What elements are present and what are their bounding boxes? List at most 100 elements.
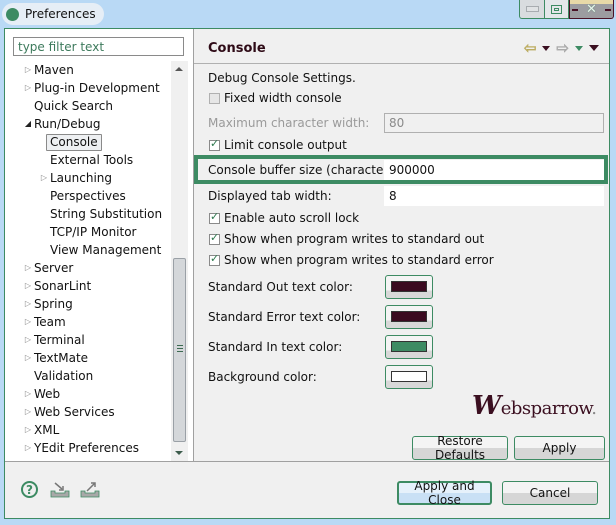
scroll-up-icon[interactable]: [175, 67, 183, 71]
fixed-width-checkbox[interactable]: [209, 93, 220, 104]
tree-item-label: View Management: [50, 243, 162, 257]
window-controls: ✕: [519, 0, 614, 19]
limit-output-label: Limit console output: [224, 138, 347, 152]
minimize-button[interactable]: [519, 0, 545, 19]
auto-scroll-checkbox[interactable]: [209, 210, 220, 224]
tab-width-input[interactable]: [384, 186, 604, 206]
tree-item-label: YEdit Preferences: [34, 441, 139, 455]
collapsed-arrow-icon[interactable]: ▷: [23, 421, 33, 439]
stdout-color-button[interactable]: [385, 275, 433, 299]
expanded-arrow-icon[interactable]: ◢: [23, 115, 33, 133]
maximize-button[interactable]: [545, 0, 569, 19]
tree-item[interactable]: Console: [5, 133, 171, 151]
collapsed-arrow-icon[interactable]: ▷: [23, 277, 33, 295]
buffer-size-input[interactable]: [384, 160, 604, 180]
tree-item[interactable]: ▷ SonarLint: [5, 277, 171, 295]
filter-input[interactable]: [13, 37, 184, 56]
tree-item-label: Quick Search: [34, 99, 113, 113]
show-stderr-checkbox[interactable]: [209, 252, 220, 266]
show-stderr-label: Show when program writes to standard err…: [224, 253, 494, 267]
back-dropdown-icon[interactable]: [542, 45, 551, 51]
page-title: Console: [208, 41, 266, 56]
export-icon[interactable]: [79, 481, 101, 499]
tree-item[interactable]: ▷ XML: [5, 421, 171, 439]
collapsed-arrow-icon[interactable]: ▷: [23, 313, 33, 331]
close-icon: ✕: [586, 1, 597, 17]
restore-defaults-button[interactable]: Restore Defaults: [412, 434, 508, 462]
grip-icon: [177, 345, 183, 353]
scroll-down-icon[interactable]: [175, 451, 183, 455]
forward-dropdown-icon[interactable]: [575, 45, 583, 51]
max-char-width-input[interactable]: [384, 113, 604, 133]
show-stdout-label: Show when program writes to standard out: [224, 232, 485, 246]
tree-item[interactable]: ▷ TextMate: [5, 349, 171, 367]
tree-item[interactable]: ◢ Run/Debug: [5, 115, 171, 133]
scrollbar-thumb[interactable]: [173, 258, 186, 442]
tree-item[interactable]: Perspectives: [5, 187, 171, 205]
tree-item[interactable]: TCP/IP Monitor: [5, 223, 171, 241]
collapsed-arrow-icon[interactable]: ▷: [23, 331, 33, 349]
auto-scroll-label: Enable auto scroll lock: [224, 211, 360, 225]
tree-item[interactable]: String Substitution: [5, 205, 171, 223]
tree-item-label: Web: [34, 387, 61, 401]
tree-item[interactable]: ▷ Server: [5, 259, 171, 277]
show-stdout-checkbox[interactable]: [209, 231, 220, 245]
back-arrow-icon[interactable]: ⇦: [524, 40, 537, 56]
color-swatch: [391, 371, 427, 382]
buffer-size-label: Console buffer size (characters):: [208, 163, 404, 177]
collapsed-arrow-icon[interactable]: ▷: [23, 439, 33, 457]
tree-item-label: SonarLint: [34, 279, 92, 293]
color-swatch: [391, 311, 427, 322]
limit-output-checkbox[interactable]: [209, 137, 220, 151]
tree-item[interactable]: Quick Search: [5, 97, 171, 115]
tree-item-label: String Substitution: [50, 207, 163, 221]
background-color-button[interactable]: [385, 365, 433, 389]
logo-text: ebsparrow: [500, 398, 592, 419]
tree-item-label: Maven: [34, 63, 74, 77]
tree-item-label: Server: [34, 261, 74, 275]
stdin-color-button[interactable]: [385, 335, 433, 359]
help-icon[interactable]: ?: [21, 481, 38, 498]
collapsed-arrow-icon[interactable]: ▷: [23, 385, 33, 403]
tree-item-label: Plug-in Development: [34, 81, 160, 95]
collapsed-arrow-icon[interactable]: ▷: [23, 79, 33, 97]
collapsed-arrow-icon[interactable]: ▷: [23, 295, 33, 313]
stdin-color-label: Standard In text color:: [208, 340, 343, 354]
view-menu-icon[interactable]: [589, 45, 599, 51]
collapsed-arrow-icon[interactable]: ▷: [23, 259, 33, 277]
tree-item[interactable]: ▷ Maven: [5, 61, 171, 79]
logo-dot: .: [591, 398, 597, 419]
collapsed-arrow-icon[interactable]: ▷: [23, 349, 33, 367]
tree-item-label: Web Services: [34, 405, 115, 419]
cancel-button[interactable]: Cancel: [502, 481, 598, 505]
footer-separator: [5, 461, 609, 462]
forward-arrow-icon[interactable]: ⇨: [556, 40, 569, 56]
background-color-label: Background color:: [208, 370, 317, 384]
tree-item[interactable]: ▷ Terminal: [5, 331, 171, 349]
tree-item[interactable]: ▷ Team: [5, 313, 171, 331]
tree-item[interactable]: ▷ Web: [5, 385, 171, 403]
window-title-tab: Preferences: [2, 3, 104, 25]
tree-item-label: Team: [34, 315, 66, 329]
tree-item[interactable]: ▷ Launching: [5, 169, 171, 187]
tree-item[interactable]: ▷ Plug-in Development: [5, 79, 171, 97]
tree-item[interactable]: ▷ Spring: [5, 295, 171, 313]
collapsed-arrow-icon[interactable]: ▷: [23, 61, 33, 79]
tab-width-label: Displayed tab width:: [208, 189, 332, 203]
tree-item[interactable]: ▷ Web Services: [5, 403, 171, 421]
stderr-color-button[interactable]: [385, 305, 433, 329]
apply-and-close-button[interactable]: Apply and Close: [397, 479, 492, 507]
tree-scrollbar[interactable]: [171, 61, 188, 461]
window-title: Preferences: [25, 7, 96, 21]
tree-item[interactable]: Validation: [5, 367, 171, 385]
collapsed-arrow-icon[interactable]: ▷: [39, 169, 49, 187]
apply-button[interactable]: Apply: [514, 436, 605, 460]
import-icon[interactable]: [49, 481, 71, 499]
collapsed-arrow-icon[interactable]: ▷: [23, 403, 33, 421]
websparrow-logo: Websparrow.: [472, 391, 597, 421]
tree-item[interactable]: ▷ YEdit Preferences: [5, 439, 171, 457]
tree-item[interactable]: External Tools: [5, 151, 171, 169]
tree-item[interactable]: View Management: [5, 241, 171, 259]
minimize-icon: [525, 6, 539, 12]
close-button[interactable]: ✕: [569, 0, 614, 19]
